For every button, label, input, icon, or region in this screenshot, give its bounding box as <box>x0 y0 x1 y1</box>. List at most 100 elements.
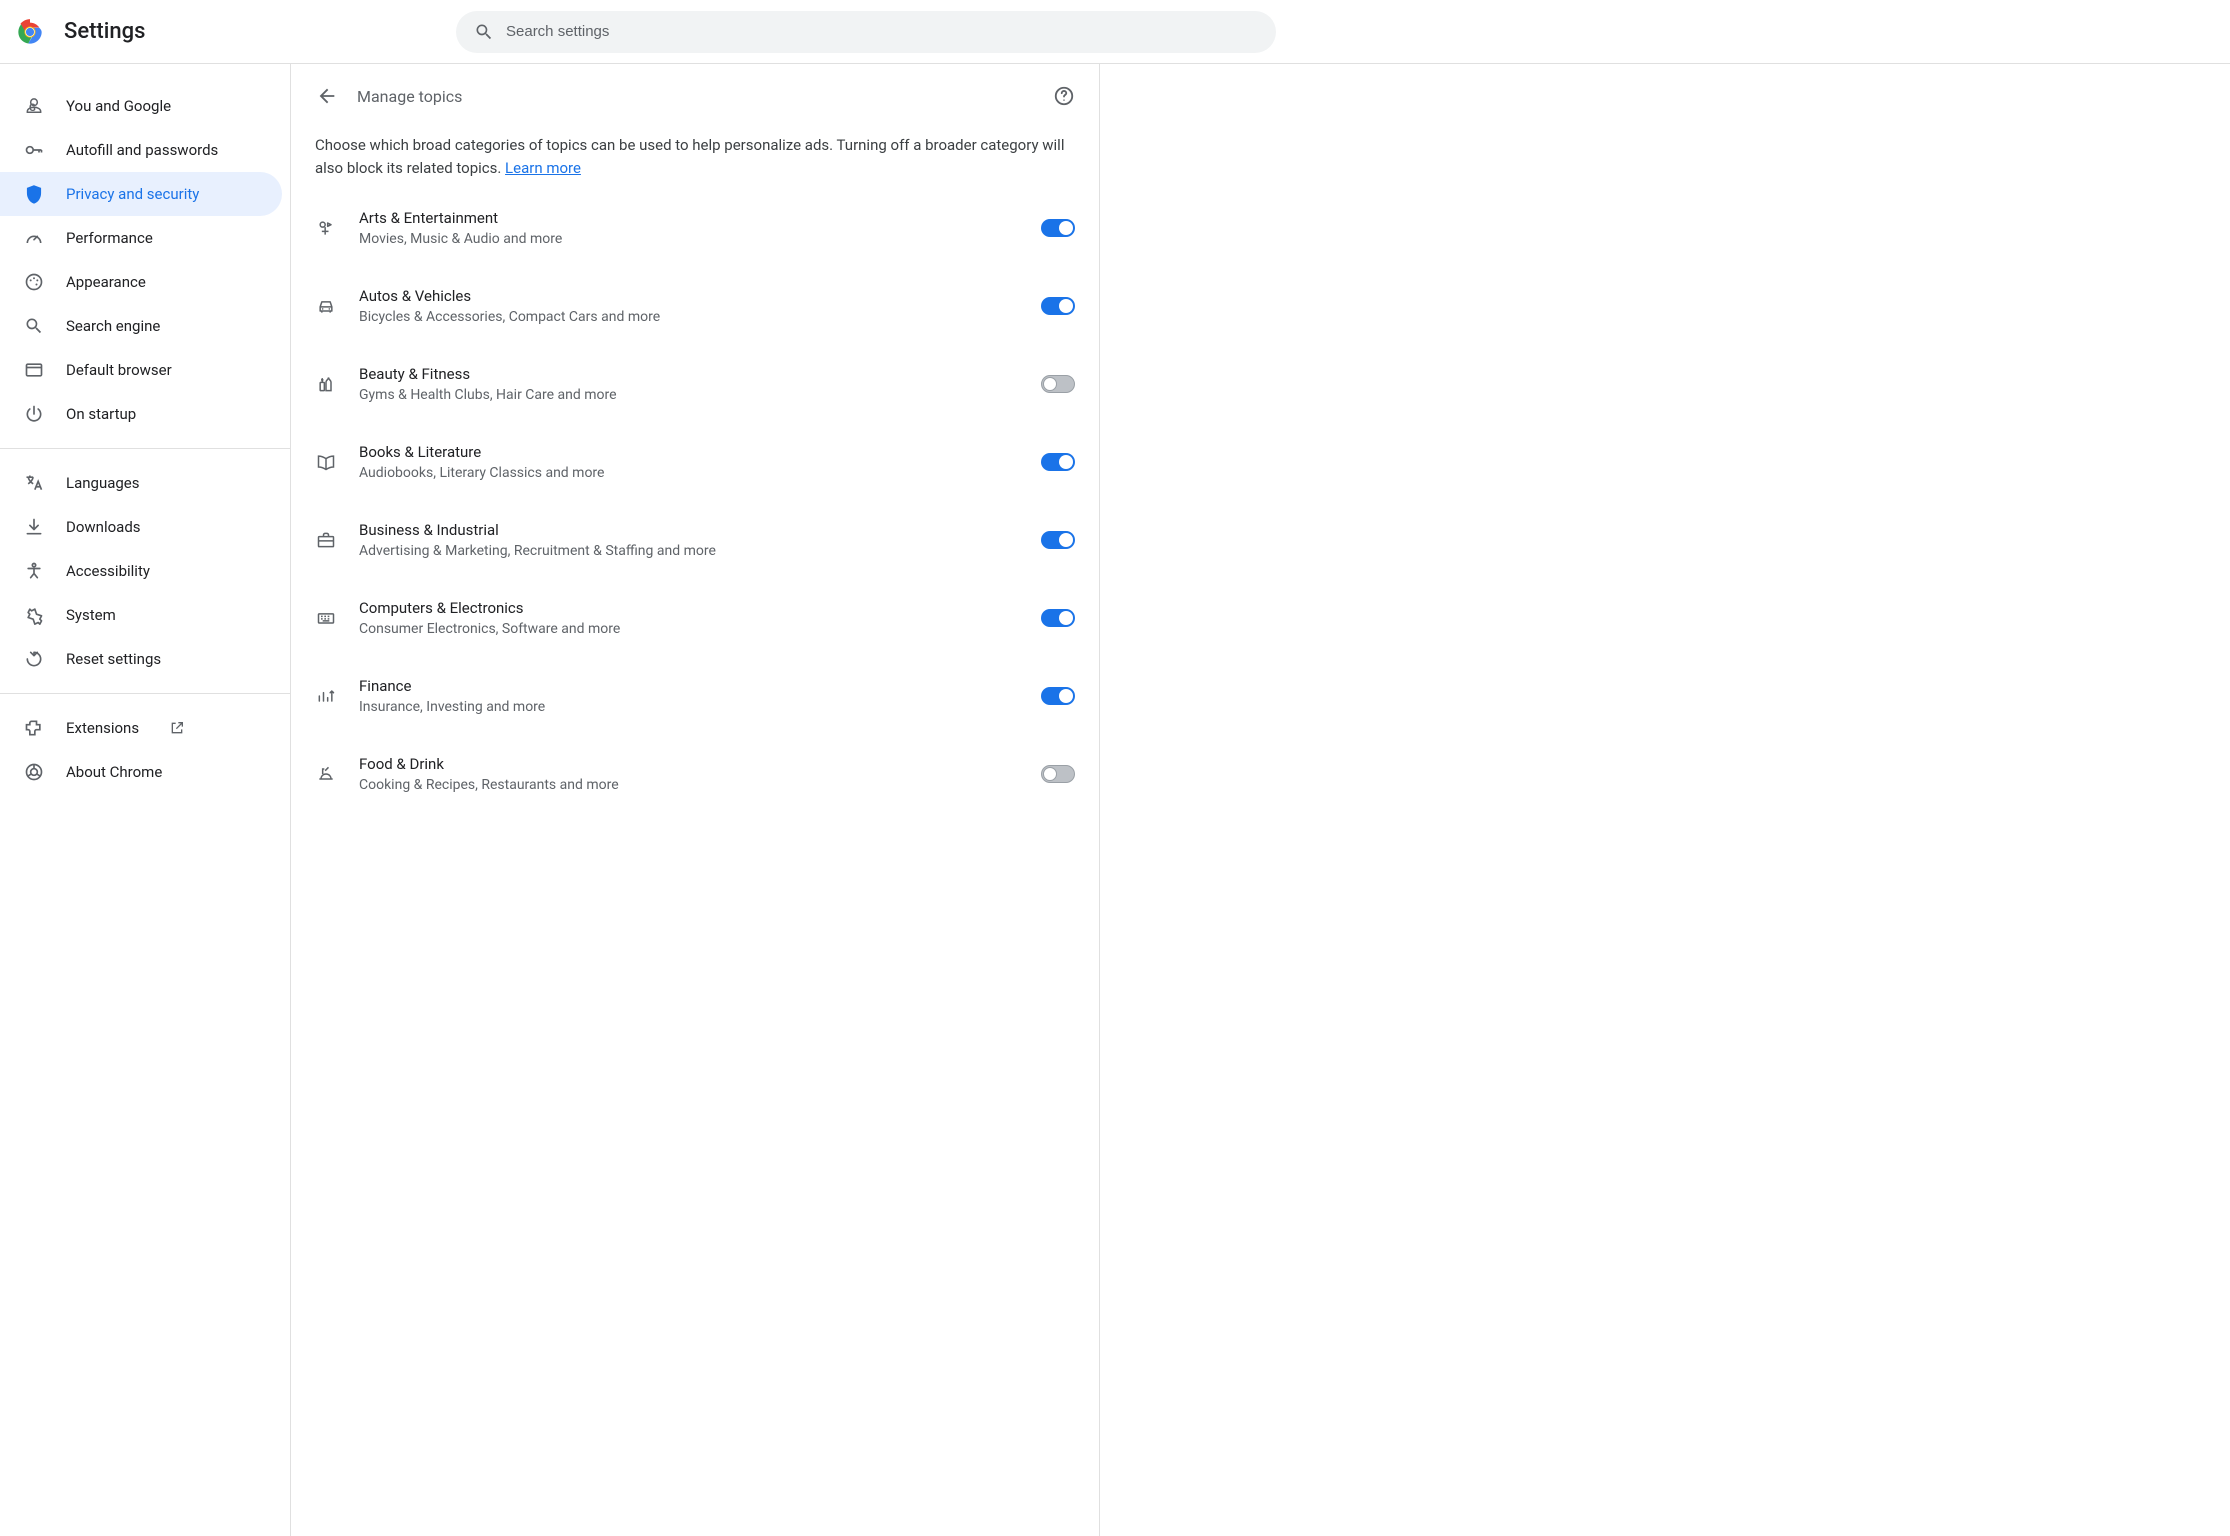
topic-row-finance: FinanceInsurance, Investing and more <box>291 657 1099 735</box>
sidebar-item-label: Accessibility <box>66 562 150 580</box>
svg-text:G: G <box>29 103 36 114</box>
sidebar-item-label: Reset settings <box>66 650 161 668</box>
nav-divider <box>0 448 290 449</box>
topic-row-food: Food & Drink Cooking & Recipes, Restauran… <box>291 735 1099 813</box>
topic-subtitle: Bicycles & Accessories, Compact Cars and… <box>359 309 1019 325</box>
topic-subtitle: Gyms & Health Clubs, Hair Care and more <box>359 387 1019 403</box>
topic-row-arts: Arts & Entertainment Movies, Music & Audi… <box>291 189 1099 267</box>
search-container <box>456 11 1276 53</box>
sidebar-item-label: Privacy and security <box>66 185 199 203</box>
sidebar-item-label: Appearance <box>66 273 146 291</box>
topic-row-beauty: Beauty & Fitness Gyms & Health Clubs, Hai… <box>291 345 1099 423</box>
sidebar-item-label: You and Google <box>66 97 171 115</box>
open-external-icon <box>169 720 185 736</box>
topic-subtitle: Movies, Music & Audio and more <box>359 231 1019 247</box>
topic-subtitle: Cooking & Recipes, Restaurants and more <box>359 777 1019 793</box>
topic-toggle-arts[interactable] <box>1041 219 1075 237</box>
sidebar-item-label: Performance <box>66 229 153 247</box>
sidebar-item-label: About Chrome <box>66 763 162 781</box>
nav-divider <box>0 693 290 694</box>
app-title: Settings <box>64 19 145 44</box>
topic-row-computers: Computers & Electronics Consumer Electron… <box>291 579 1099 657</box>
finance-icon <box>315 685 337 707</box>
sidebar-item-privacy[interactable]: Privacy and security <box>0 172 282 216</box>
topic-text: Arts & Entertainment Movies, Music & Audi… <box>359 209 1019 247</box>
learn-more-link[interactable]: Learn more <box>505 159 581 177</box>
sidebar-item-search-engine[interactable]: Search engine <box>0 304 282 348</box>
accessibility-icon <box>24 561 44 581</box>
sidebar-item-label: Downloads <box>66 518 141 536</box>
sidebar-item-label: Search engine <box>66 317 160 335</box>
topic-toggle-autos[interactable] <box>1041 297 1075 315</box>
topic-text: Food & Drink Cooking & Recipes, Restauran… <box>359 755 1019 793</box>
sidebar-item-about[interactable]: About Chrome <box>0 750 282 794</box>
help-button[interactable] <box>1053 85 1075 107</box>
sidebar-item-label: Default browser <box>66 361 172 379</box>
sidebar-item-startup[interactable]: On startup <box>0 392 282 436</box>
sidebar-item-label: On startup <box>66 405 136 423</box>
topic-text: Beauty & Fitness Gyms & Health Clubs, Hai… <box>359 365 1019 403</box>
topic-title: Food & Drink <box>359 755 1019 773</box>
page-header: Manage topics <box>291 64 1099 118</box>
appearance-icon <box>24 272 44 292</box>
sidebar-item-label: Autofill and passwords <box>66 141 218 159</box>
sidebar-item-autofill[interactable]: Autofill and passwords <box>0 128 282 172</box>
topic-text: Business & Industrial Advertising & Marke… <box>359 521 1019 559</box>
topic-title: Finance <box>359 677 1019 695</box>
sidebar-item-downloads[interactable]: Downloads <box>0 505 282 549</box>
topic-subtitle: Audiobooks, Literary Classics and more <box>359 465 1019 481</box>
sidebar-item-default-browser[interactable]: Default browser <box>0 348 282 392</box>
topic-row-books: Books & Literature Audiobooks, Literary C… <box>291 423 1099 501</box>
app-header: Settings <box>0 0 2230 64</box>
system-icon <box>24 605 44 625</box>
sidebar-item-label: Languages <box>66 474 140 492</box>
back-button[interactable] <box>315 84 339 108</box>
sidebar-item-system[interactable]: System <box>0 593 282 637</box>
beauty-icon <box>315 373 337 395</box>
topic-text: Autos & Vehicles Bicycles & Accessories, … <box>359 287 1019 325</box>
autofill-icon <box>24 140 44 160</box>
languages-icon <box>24 473 44 493</box>
topic-text: FinanceInsurance, Investing and more <box>359 677 1019 715</box>
topic-title: Autos & Vehicles <box>359 287 1019 305</box>
search-box[interactable] <box>456 11 1276 53</box>
topic-toggle-books[interactable] <box>1041 453 1075 471</box>
sidebar-item-extensions[interactable]: Extensions <box>0 706 282 750</box>
about-icon <box>24 762 44 782</box>
search-input[interactable] <box>506 23 1258 40</box>
reset-icon <box>24 649 44 669</box>
sidebar-item-you[interactable]: G You and Google <box>0 84 282 128</box>
performance-icon <box>24 228 44 248</box>
topic-title: Beauty & Fitness <box>359 365 1019 383</box>
topic-toggle-beauty[interactable] <box>1041 375 1075 393</box>
topic-text: Books & Literature Audiobooks, Literary C… <box>359 443 1019 481</box>
topic-title: Arts & Entertainment <box>359 209 1019 227</box>
computers-icon <box>315 607 337 629</box>
topic-subtitle: Advertising & Marketing, Recruitment & S… <box>359 543 1019 559</box>
topic-title: Computers & Electronics <box>359 599 1019 617</box>
sidebar-item-reset[interactable]: Reset settings <box>0 637 282 681</box>
topic-toggle-finance[interactable] <box>1041 687 1075 705</box>
topic-row-autos: Autos & Vehicles Bicycles & Accessories, … <box>291 267 1099 345</box>
arts-icon <box>315 217 337 239</box>
sidebar-item-performance[interactable]: Performance <box>0 216 282 260</box>
page-description: Choose which broad categories of topics … <box>291 118 1099 189</box>
search-engine-icon <box>24 316 44 336</box>
sidebar-item-languages[interactable]: Languages <box>0 461 282 505</box>
topic-text: Computers & Electronics Consumer Electron… <box>359 599 1019 637</box>
topic-title: Books & Literature <box>359 443 1019 461</box>
sidebar-item-appearance[interactable]: Appearance <box>0 260 282 304</box>
startup-icon <box>24 404 44 424</box>
topic-title: Business & Industrial <box>359 521 1019 539</box>
default-browser-icon <box>24 360 44 380</box>
sidebar-item-accessibility[interactable]: Accessibility <box>0 549 282 593</box>
search-icon <box>474 22 494 42</box>
downloads-icon <box>24 517 44 537</box>
topic-subtitle: Consumer Electronics, Software and more <box>359 621 1019 637</box>
topics-list: Arts & Entertainment Movies, Music & Audi… <box>291 189 1099 813</box>
topic-toggle-food[interactable] <box>1041 765 1075 783</box>
topic-toggle-business[interactable] <box>1041 531 1075 549</box>
books-icon <box>315 451 337 473</box>
page-title: Manage topics <box>357 87 1035 106</box>
topic-toggle-computers[interactable] <box>1041 609 1075 627</box>
